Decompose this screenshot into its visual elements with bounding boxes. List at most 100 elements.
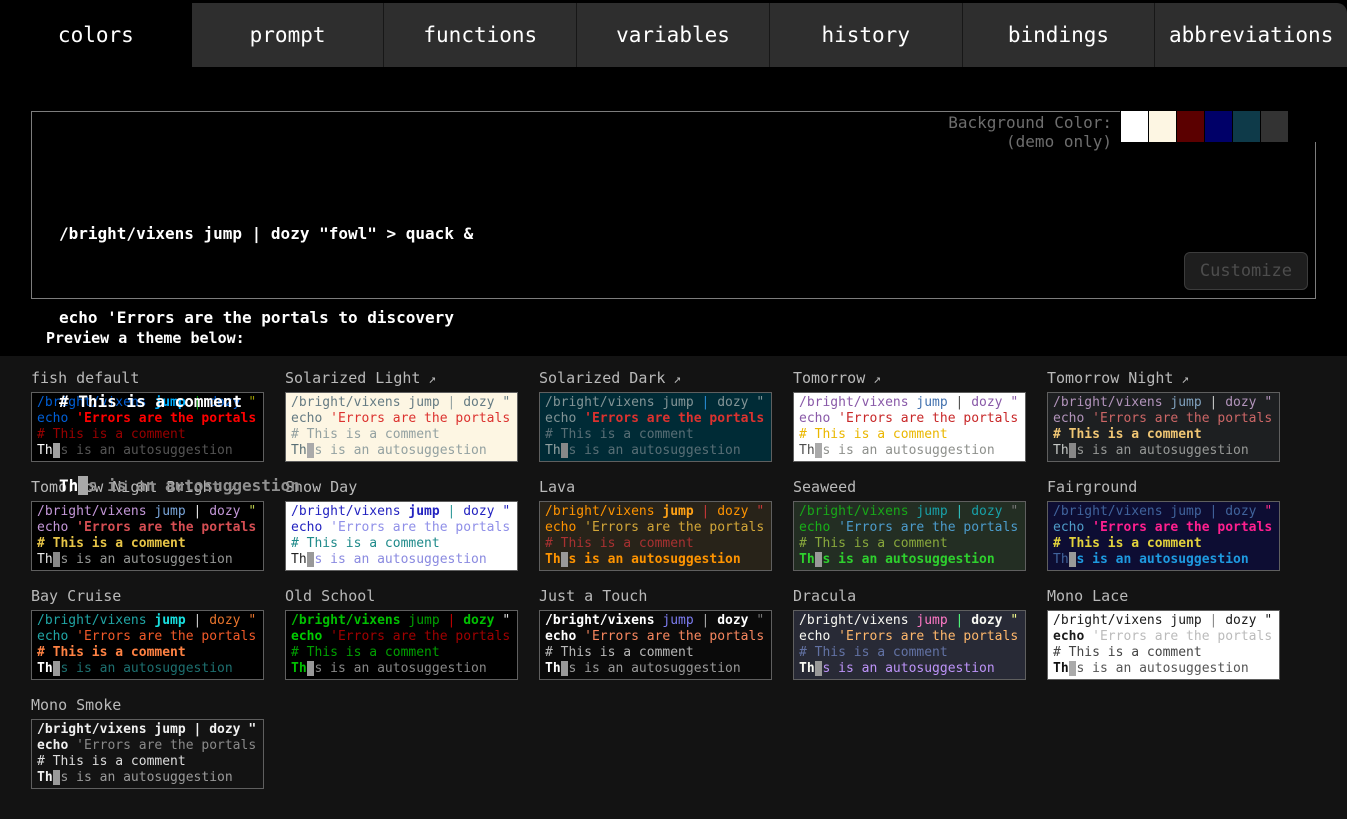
token-error: 'Errors are the portals [838, 411, 1018, 426]
theme-preview[interactable]: /bright/vixens jump | dozy "echo 'Errors… [31, 719, 264, 789]
token-auto: s is an autosuggestion [822, 443, 994, 458]
background-swatch-navy[interactable] [1204, 111, 1232, 142]
theme-title: Tomorrow Night ↗ [1047, 369, 1280, 387]
token-dozy: dozy [717, 613, 756, 628]
sample-line-comment: # This is a comment [799, 427, 1020, 443]
theme-preview[interactable]: /bright/vixens jump | dozy "echo 'Errors… [1047, 392, 1280, 462]
theme-card[interactable]: Fairground/bright/vixens jump | dozy "ec… [1047, 478, 1280, 571]
theme-card[interactable]: Seaweed/bright/vixens jump | dozy "echo … [793, 478, 1026, 571]
theme-preview[interactable]: /bright/vixens jump | dozy "echo 'Errors… [31, 610, 264, 680]
tab-variables[interactable]: variables [577, 3, 770, 67]
sample-line-command: /bright/vixens jump | dozy " [545, 613, 766, 629]
token-error: 'Errors are the portals [1092, 629, 1272, 644]
token-error: 'Errors are the portals [584, 411, 764, 426]
theme-preview[interactable]: /bright/vixens jump | dozy "echo 'Errors… [1047, 501, 1280, 571]
theme-title: Lava [539, 478, 772, 496]
theme-card[interactable]: Old School/bright/vixens jump | dozy "ec… [285, 587, 518, 680]
token-pipe: | [194, 613, 210, 628]
background-swatch-white[interactable] [1120, 111, 1148, 142]
theme-card[interactable]: Just a Touch/bright/vixens jump | dozy "… [539, 587, 772, 680]
token-error: 'Errors are the portals [838, 520, 1018, 535]
token-th: Th [545, 661, 561, 676]
tab-bar: colorspromptfunctionsvariableshistorybin… [0, 3, 1347, 67]
background-swatch-black[interactable] [1288, 111, 1316, 142]
external-link-icon[interactable]: ↗ [665, 372, 681, 387]
token-th: Th [37, 661, 53, 676]
theme-preview[interactable]: /bright/vixens jump | dozy "echo 'Errors… [539, 610, 772, 680]
sample-line-quote: echo 'Errors are the portals [291, 629, 512, 645]
theme-card[interactable]: Dracula/bright/vixens jump | dozy "echo … [793, 587, 1026, 680]
customize-button[interactable]: Customize [1184, 252, 1308, 290]
autosuggestion-text: s is an autosuggestion [88, 476, 300, 495]
external-link-icon[interactable]: ↗ [865, 372, 881, 387]
token-error: 'Errors are the portals [584, 629, 764, 644]
tab-abbreviations[interactable]: abbreviations [1155, 3, 1347, 67]
theme-card[interactable]: Bay Cruise/bright/vixens jump | dozy "ec… [31, 587, 264, 680]
token-path: /bright/vixens [799, 395, 916, 410]
background-swatch-teal[interactable] [1232, 111, 1260, 142]
token-th: Th [799, 443, 815, 458]
token-comment: # This is a comment [37, 645, 186, 660]
theme-preview[interactable]: /bright/vixens jump | dozy "echo 'Errors… [793, 392, 1026, 462]
theme-card[interactable]: Solarized Dark ↗/bright/vixens jump | do… [539, 369, 772, 462]
token-path: /bright/vixens [1053, 504, 1170, 519]
tab-prompt[interactable]: prompt [192, 3, 385, 67]
token-quote: " [1264, 395, 1272, 410]
token-th: Th [545, 443, 561, 458]
theme-card[interactable]: Lava/bright/vixens jump | dozy "echo 'Er… [539, 478, 772, 571]
theme-preview[interactable]: /bright/vixens jump | dozy "echo 'Errors… [793, 610, 1026, 680]
external-link-icon[interactable]: ↗ [1173, 372, 1189, 387]
token-quote: " [502, 504, 510, 519]
token-jump: jump [1170, 613, 1209, 628]
tab-functions[interactable]: functions [384, 3, 577, 67]
token-quote: " [502, 613, 510, 628]
token-th: Th [1053, 552, 1069, 567]
token-th: Th [37, 770, 53, 785]
token-echo: echo [545, 520, 584, 535]
preview-line-quote: echo 'Errors are the portals to discover… [59, 304, 473, 332]
token-pipe: | [956, 504, 972, 519]
background-swatch-dark-red[interactable] [1176, 111, 1204, 142]
background-color-label: Background Color:(demo only) [948, 113, 1112, 151]
token-comment: # This is a comment [1053, 536, 1202, 551]
token-quote: " [502, 395, 510, 410]
theme-card[interactable]: Mono Lace/bright/vixens jump | dozy "ech… [1047, 587, 1280, 680]
token-jump: jump [662, 395, 701, 410]
theme-title: Mono Smoke [31, 696, 264, 714]
token-dozy: dozy [1225, 613, 1264, 628]
token-pipe: | [702, 504, 718, 519]
terminal-sample-text: /bright/vixens jump | dozy "fowl" > quac… [59, 164, 473, 556]
sample-line-comment: # This is a comment [799, 536, 1020, 552]
token-quote: " [756, 613, 764, 628]
sample-line-quote: echo 'Errors are the portals [799, 629, 1020, 645]
token-th: Th [1053, 443, 1069, 458]
token-quote: " [756, 504, 764, 519]
background-swatch-dark-gray[interactable] [1260, 111, 1288, 142]
token-quote: " [1264, 504, 1272, 519]
sample-line-autosuggestion: This is an autosuggestion [545, 443, 766, 459]
theme-preview[interactable]: /bright/vixens jump | dozy "echo 'Errors… [285, 610, 518, 680]
token-auto: s is an autosuggestion [822, 552, 994, 567]
theme-card[interactable]: Mono Smoke/bright/vixens jump | dozy "ec… [31, 696, 264, 789]
sample-line-autosuggestion: This is an autosuggestion [1053, 443, 1274, 459]
sample-line-quote: echo 'Errors are the portals [545, 520, 766, 536]
tab-bindings[interactable]: bindings [963, 3, 1156, 67]
token-echo: echo [799, 520, 838, 535]
token-pipe: | [956, 395, 972, 410]
token-th: Th [37, 443, 53, 458]
tab-history[interactable]: history [770, 3, 963, 67]
theme-preview[interactable]: /bright/vixens jump | dozy "echo 'Errors… [539, 392, 772, 462]
theme-preview[interactable]: /bright/vixens jump | dozy "echo 'Errors… [1047, 610, 1280, 680]
token-path: /bright/vixens [545, 395, 662, 410]
theme-preview[interactable]: /bright/vixens jump | dozy "echo 'Errors… [793, 501, 1026, 571]
theme-preview[interactable]: /bright/vixens jump | dozy "echo 'Errors… [539, 501, 772, 571]
theme-card[interactable]: Tomorrow ↗/bright/vixens jump | dozy "ec… [793, 369, 1026, 462]
theme-card[interactable]: Tomorrow Night ↗ /bright/vixens jump | do… [1047, 369, 1280, 462]
token-comment: # This is a comment [1053, 645, 1202, 660]
tab-colors[interactable]: colors [0, 3, 192, 67]
sample-line-command: /bright/vixens jump | dozy " [37, 613, 258, 629]
token-pipe: | [702, 613, 718, 628]
token-quote: " [248, 613, 256, 628]
token-comment: # This is a comment [291, 645, 440, 660]
background-swatch-cream[interactable] [1148, 111, 1176, 142]
